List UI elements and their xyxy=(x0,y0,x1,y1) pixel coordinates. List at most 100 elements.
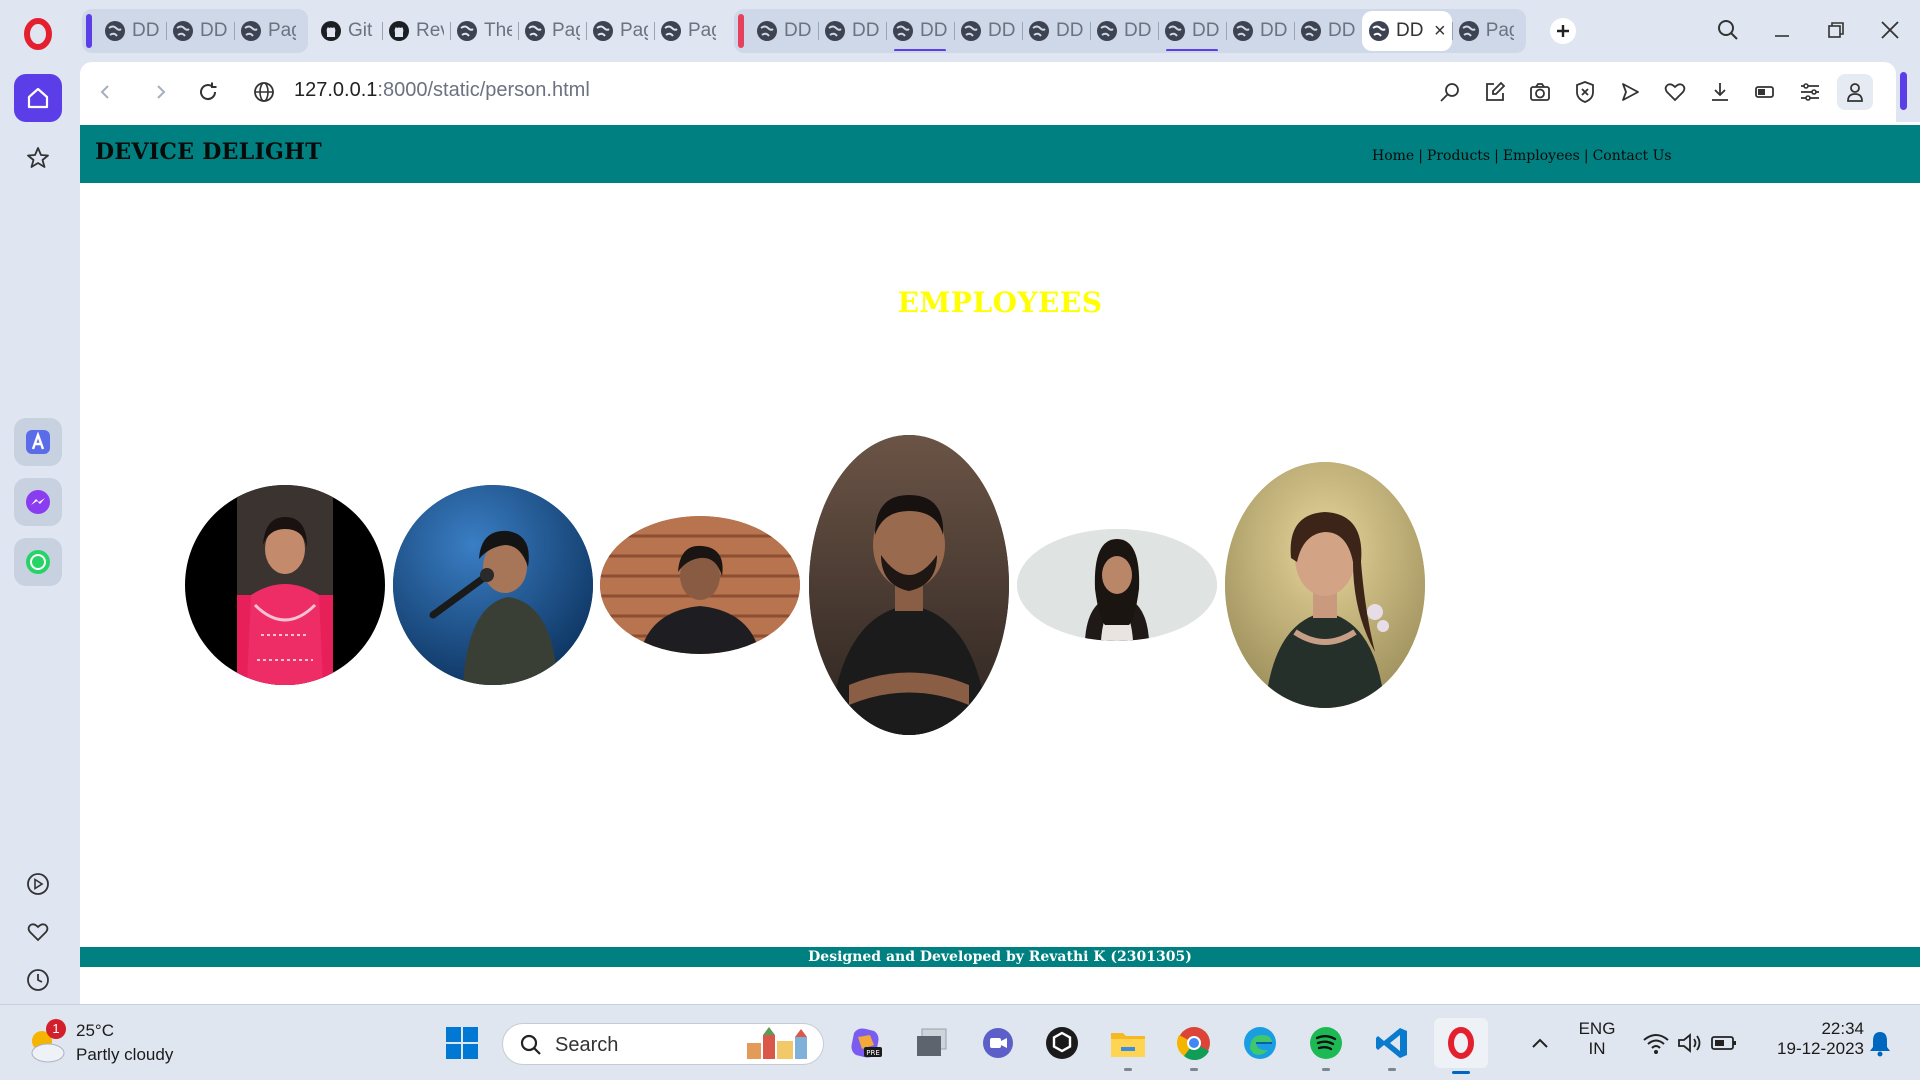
input-language[interactable]: ENG IN xyxy=(1572,1019,1622,1059)
close-window-button[interactable] xyxy=(1872,12,1908,48)
tab[interactable]: Pag xyxy=(1451,11,1520,51)
back-button[interactable] xyxy=(90,76,122,108)
sidebar-messenger-button[interactable] xyxy=(14,478,62,526)
adblock-icon[interactable] xyxy=(1571,78,1599,106)
copilot-icon[interactable]: PRE xyxy=(844,1021,888,1065)
weather-widget[interactable]: 1 25°C Partly cloudy xyxy=(24,1019,224,1069)
nav-employees-link[interactable]: Employees xyxy=(1503,148,1580,164)
edge-icon[interactable] xyxy=(1238,1021,1282,1065)
restore-button[interactable] xyxy=(1818,12,1854,48)
tab-title: Rev xyxy=(416,20,444,41)
teams-meet-icon[interactable] xyxy=(976,1021,1020,1065)
camera-icon[interactable] xyxy=(1526,78,1554,106)
sidebar-whatsapp-button[interactable] xyxy=(14,538,62,586)
task-view-icon[interactable] xyxy=(910,1021,954,1065)
close-tab-icon[interactable]: × xyxy=(1434,20,1446,43)
active-window-indicator xyxy=(1452,1071,1470,1074)
tab-title: DD xyxy=(1396,20,1424,41)
sidebar-bookmarks-button[interactable] xyxy=(14,908,62,956)
globe-icon xyxy=(525,21,545,41)
windows-taskbar: 1 25°C Partly cloudy Search PRE ENG IN 2… xyxy=(0,1004,1920,1080)
battery-saver-icon[interactable] xyxy=(1751,78,1779,106)
send-icon[interactable] xyxy=(1616,78,1644,106)
tab[interactable]: DD xyxy=(750,11,818,51)
tab[interactable]: Pag xyxy=(654,11,722,51)
nav-home-link[interactable]: Home xyxy=(1372,148,1414,164)
download-icon[interactable] xyxy=(1706,78,1734,106)
tab-active[interactable]: DD × xyxy=(1362,11,1452,51)
tab-title: DD xyxy=(988,20,1016,41)
tab[interactable]: DD xyxy=(166,11,234,51)
opera-logo-icon[interactable] xyxy=(18,14,58,54)
tab[interactable]: DD xyxy=(98,11,166,51)
tab[interactable]: Pag xyxy=(518,11,586,51)
region-code: IN xyxy=(1588,1039,1606,1058)
running-indicator xyxy=(1322,1068,1330,1071)
reload-button[interactable] xyxy=(192,76,224,108)
github-icon xyxy=(389,21,409,41)
globe-icon xyxy=(241,21,261,41)
file-explorer-icon[interactable] xyxy=(1106,1021,1150,1071)
language-code: ENG xyxy=(1578,1019,1616,1038)
tab-title: The xyxy=(484,20,512,41)
sidebar-history-button[interactable] xyxy=(14,956,62,1004)
employee-photo-6 xyxy=(1225,462,1425,708)
url-field[interactable]: 127.0.0.1:8000/static/person.html xyxy=(294,79,590,102)
spotify-icon[interactable] xyxy=(1304,1021,1348,1071)
nav-products-link[interactable]: Products xyxy=(1427,148,1490,164)
tab[interactable]: DD xyxy=(818,11,886,51)
sidebar-panel-indicator xyxy=(1900,72,1907,110)
sidebar-speed-dial-button[interactable] xyxy=(14,134,62,182)
globe-icon xyxy=(825,21,845,41)
tab[interactable]: DD xyxy=(1090,11,1158,51)
minimize-button[interactable] xyxy=(1764,12,1800,48)
chrome-icon[interactable] xyxy=(1172,1021,1216,1071)
edit-icon[interactable] xyxy=(1481,78,1509,106)
battery-icon[interactable] xyxy=(1702,1021,1746,1065)
globe-icon xyxy=(1458,21,1479,41)
nav-contact-link[interactable]: Contact Us xyxy=(1593,148,1672,164)
tab-title: DD xyxy=(784,20,812,41)
heart-icon[interactable] xyxy=(1661,78,1689,106)
tab[interactable]: Pag xyxy=(234,11,302,51)
tab[interactable]: DD xyxy=(1158,11,1226,51)
windows-logo-icon xyxy=(446,1027,478,1059)
notifications-bell-icon[interactable] xyxy=(1858,1021,1902,1065)
chatgpt-icon[interactable] xyxy=(1040,1021,1084,1065)
taskbar-search[interactable]: Search xyxy=(502,1023,824,1065)
new-tab-button[interactable] xyxy=(1549,18,1576,44)
search-icon xyxy=(520,1034,541,1055)
chevron-right-icon xyxy=(157,85,166,99)
tab[interactable]: DD xyxy=(1022,11,1090,51)
sidebar-home-button[interactable] xyxy=(14,74,62,122)
easy-setup-icon[interactable] xyxy=(1796,78,1824,106)
start-button[interactable] xyxy=(440,1021,484,1065)
site-info-icon[interactable] xyxy=(248,76,280,108)
show-hidden-icons-button[interactable] xyxy=(1518,1021,1562,1065)
vscode-icon[interactable] xyxy=(1370,1021,1414,1071)
find-icon[interactable] xyxy=(1436,78,1464,106)
tab-loading-indicator xyxy=(894,49,946,51)
page-viewport: DEVICE DELIGHT Home | Products | Employees | C… xyxy=(80,122,1920,1004)
opera-taskbar-icon[interactable] xyxy=(1434,1018,1488,1074)
tab[interactable]: DD xyxy=(1226,11,1294,51)
tab[interactable]: DD xyxy=(954,11,1022,51)
tab[interactable]: The xyxy=(450,11,518,51)
tab[interactable]: Pag xyxy=(586,11,654,51)
system-clock[interactable]: 22:34 19-12-2023 xyxy=(1756,1019,1864,1059)
tab[interactable]: Rev xyxy=(382,11,450,51)
tab-search-icon[interactable] xyxy=(1710,12,1746,48)
sidebar-player-button[interactable] xyxy=(14,860,62,908)
profile-icon[interactable] xyxy=(1837,74,1873,110)
running-indicator xyxy=(1124,1068,1132,1071)
sidebar-aria-button[interactable] xyxy=(14,418,62,466)
tab[interactable]: DD xyxy=(886,11,954,51)
tab[interactable]: Git xyxy=(314,11,382,51)
page-heading: EMPLOYEES xyxy=(897,286,1103,319)
forward-button[interactable] xyxy=(144,76,176,108)
tab-title: Pag xyxy=(1485,20,1514,41)
tab[interactable]: DD xyxy=(1294,11,1362,51)
star-icon xyxy=(27,147,49,168)
tab-title: Pag xyxy=(552,20,580,41)
tab-list: DD DD Pag Git Rev The Pag Pag Pag DD DD … xyxy=(82,8,1576,54)
